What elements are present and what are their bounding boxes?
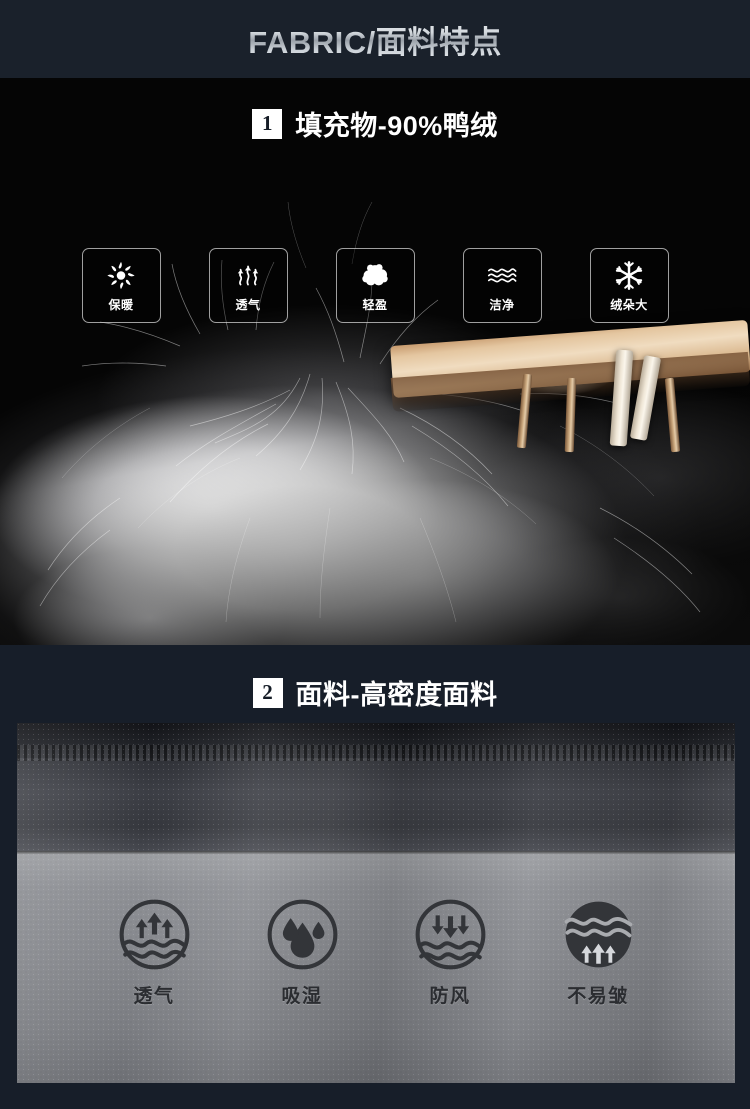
page-title-en: FABRIC <box>248 24 367 60</box>
feature-label: 轻盈 <box>362 297 388 312</box>
section-2-badge: 2 <box>252 677 283 708</box>
section-1-heading: 1 填充物-90%鸭绒 <box>0 104 750 143</box>
fabric-feature-label: 防风 <box>429 986 471 1007</box>
wrinkle-resistant-filled-waves-icon <box>564 901 632 968</box>
product-detail-page: FABRIC/面料特点 1 填充物-90%鸭绒 保暖 透气 轻盈 洁净 绒朵大 … <box>0 0 750 1109</box>
feature-label: 洁净 <box>489 297 515 312</box>
fabric-feature-label: 不易皱 <box>567 986 629 1007</box>
fabric-feature-breathable[interactable]: 透气 <box>104 898 204 1008</box>
section-filling: 1 填充物-90%鸭绒 保暖 透气 轻盈 洁净 绒朵大 <box>0 78 750 645</box>
fabric-feature-label: 透气 <box>133 986 175 1007</box>
page-title-cn: 面料特点 <box>375 24 502 60</box>
water-drops-icon <box>267 899 337 970</box>
fabric-feature-moisture[interactable]: 吸湿 <box>252 898 352 1008</box>
page-title-separator: / <box>366 24 376 60</box>
fabric-feature-windproof[interactable]: 防风 <box>400 898 500 1008</box>
rising-air-icon <box>237 265 259 285</box>
feature-label: 绒朵大 <box>610 297 648 312</box>
windproof-arrows-down-waves-icon <box>415 899 485 970</box>
feature-card-breathable[interactable]: 透气 <box>208 248 288 323</box>
section-fabric: 2 面料-高密度面料 透气 吸湿 防风 不易皱 <box>0 645 750 1109</box>
section-2-title: 面料-高密度面料 <box>295 680 498 710</box>
feature-card-large-cluster[interactable]: 绒朵大 <box>589 248 669 323</box>
page-title: FABRIC/面料特点 <box>248 17 502 62</box>
section-1-title: 填充物-90%鸭绒 <box>295 111 498 141</box>
fabric-feature-wrinkle-resistant[interactable]: 不易皱 <box>548 898 648 1008</box>
section-2-heading: 2 面料-高密度面料 <box>0 673 750 712</box>
feature-card-clean[interactable]: 洁净 <box>462 248 542 323</box>
breathable-arrows-up-waves-icon <box>119 899 189 970</box>
cloud-icon <box>362 263 388 285</box>
fabric-feature-row: 透气 吸湿 防风 不易皱 <box>17 898 735 1008</box>
feature-card-lightweight[interactable]: 轻盈 <box>335 248 415 323</box>
snowflake-icon <box>615 260 643 290</box>
filling-feature-row: 保暖 透气 轻盈 洁净 绒朵大 <box>0 248 750 323</box>
section-1-badge: 1 <box>252 108 283 139</box>
feature-card-warmth[interactable]: 保暖 <box>81 248 161 323</box>
fabric-header-band: FABRIC/面料特点 <box>0 0 750 78</box>
feature-label: 透气 <box>235 297 261 312</box>
waves-icon <box>487 267 517 282</box>
sun-icon <box>107 261 135 289</box>
fabric-closeup-photo: 透气 吸湿 防风 不易皱 <box>17 723 735 1083</box>
feature-label: 保暖 <box>108 297 134 312</box>
fabric-feature-label: 吸湿 <box>281 986 323 1007</box>
